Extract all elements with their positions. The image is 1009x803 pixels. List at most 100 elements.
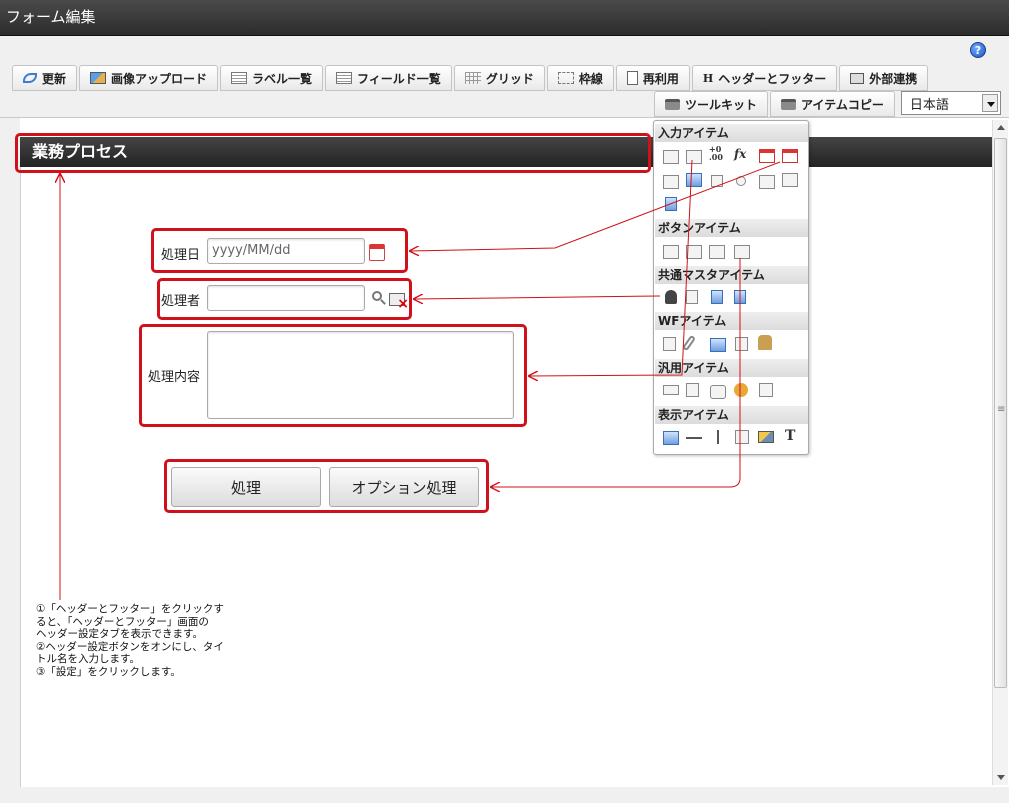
refresh-button[interactable]: 更新 [12, 65, 78, 91]
label-icon[interactable] [663, 385, 679, 395]
reuse-button[interactable]: 再利用 [615, 65, 690, 91]
annotation-box-header [15, 133, 651, 173]
note-line: トル名を入力します。 [36, 653, 140, 666]
field-list-button[interactable]: フィールド一覧 [325, 65, 452, 91]
back-button-icon[interactable] [686, 245, 702, 259]
stamp-icon[interactable] [758, 335, 772, 350]
note-line: ③「設定」をクリックします。 [36, 665, 181, 678]
field-list-label: フィールド一覧 [357, 71, 441, 86]
language-selected: 日本語 [909, 97, 949, 113]
history-icon[interactable] [735, 337, 748, 351]
note-line: ②ヘッダー設定ボタンをオンにし、タイ [36, 640, 224, 653]
rectangle-icon[interactable] [735, 430, 749, 444]
note-line: ヘッダー設定タブを表示できます。 [36, 628, 203, 641]
border-label: 枠線 [578, 71, 603, 86]
note-line: ①「ヘッダーとフッター」をクリックす [36, 603, 224, 615]
border-icon [557, 72, 574, 84]
label-list-button[interactable]: ラベル一覧 [220, 65, 324, 91]
pulldown-icon[interactable] [759, 175, 775, 189]
refresh-icon [23, 73, 37, 83]
document-icon[interactable] [686, 383, 699, 397]
listbox-icon[interactable] [782, 173, 798, 187]
share-icon [850, 72, 865, 84]
clipboard-icon[interactable] [663, 337, 676, 351]
document-icon [626, 71, 638, 85]
label-list-label: ラベル一覧 [252, 71, 313, 86]
palette-section-button: ボタンアイテム [655, 219, 808, 237]
grid-icon [464, 72, 481, 84]
header-footer-label: ヘッダーとフッター [718, 71, 827, 86]
text-icon[interactable]: T [785, 428, 801, 444]
toolbar-row-main: 更新 画像アップロード ラベル一覧 フィールド一覧 グリッド 枠線 再利用 H … [12, 65, 930, 91]
toolkit-label: ツールキット [685, 97, 758, 112]
text-field-icon[interactable] [663, 150, 679, 164]
toolkit-button[interactable]: ツールキット [654, 91, 769, 117]
camera-icon[interactable] [710, 385, 726, 399]
role-icon[interactable] [711, 290, 723, 304]
formula-icon[interactable]: fx [734, 147, 750, 161]
image-upload-icon [90, 72, 107, 84]
note-line: ると、「ヘッダーとフッター」画面の [36, 615, 209, 628]
toolbox-icon [665, 98, 680, 110]
palette-section-input: 入力アイテム [655, 124, 808, 142]
palette-section-wf: WFアイテム [655, 312, 808, 330]
number-icon[interactable]: +0 .00 [709, 145, 725, 161]
annotation-box-user [157, 278, 412, 320]
return-button-icon[interactable] [709, 245, 725, 259]
canvas-left-gutter [0, 118, 20, 803]
grid-label: グリッド [485, 71, 534, 86]
group-icon[interactable] [734, 290, 746, 304]
forward-button-icon[interactable] [663, 245, 679, 259]
scroll-up-icon[interactable] [997, 125, 1005, 130]
annotation-box-buttons [164, 459, 489, 513]
list-icon [336, 72, 353, 84]
chevron-down-icon[interactable] [981, 94, 998, 112]
header-footer-button[interactable]: H ヘッダーとフッター [691, 65, 838, 91]
checkbox-icon[interactable] [711, 175, 723, 187]
vertical-line-icon[interactable] [717, 430, 719, 444]
border-button[interactable]: 枠線 [546, 65, 614, 91]
picture-icon[interactable] [758, 431, 774, 443]
image-upload-button[interactable]: 画像アップロード [79, 65, 219, 91]
select-item-icon[interactable] [663, 175, 679, 189]
toolkit-palette: 入力アイテム +0 .00 fx ボタンアイテム 共通マスタアイテム WFアイテ… [653, 120, 809, 455]
grid-button[interactable]: グリッド [453, 65, 545, 91]
list-item-icon[interactable] [686, 173, 702, 187]
external-link-button[interactable]: 外部連携 [839, 65, 929, 91]
window-title: フォーム編集 [0, 0, 1009, 36]
h-icon: H [702, 71, 714, 85]
radio-icon[interactable] [736, 176, 746, 186]
toolbar-row-secondary: ツールキット アイテムコピー 日本語 [654, 91, 1001, 117]
datetime-item-icon[interactable] [782, 149, 798, 163]
item-copy-button[interactable]: アイテムコピー [770, 91, 895, 117]
language-select[interactable]: 日本語 [900, 91, 1001, 115]
scroll-thumb[interactable] [994, 138, 1007, 688]
header-item-icon[interactable] [663, 431, 679, 445]
image-icon[interactable] [710, 338, 726, 352]
vertical-scrollbar[interactable] [992, 120, 1008, 785]
scroll-down-icon[interactable] [997, 775, 1005, 780]
reuse-label: 再利用 [642, 71, 679, 86]
help-bar: ? [0, 36, 1009, 64]
date-item-icon[interactable] [759, 149, 775, 163]
upload-icon[interactable] [665, 197, 677, 211]
toolbox-icon [781, 98, 797, 110]
annotation-box-content [139, 324, 527, 427]
attachment-icon[interactable] [681, 334, 697, 352]
list-icon [231, 72, 248, 84]
confirm-button-icon[interactable] [734, 245, 750, 259]
user-icon[interactable] [665, 290, 677, 304]
external-link-label: 外部連携 [869, 71, 918, 86]
horizontal-line-icon[interactable] [686, 437, 702, 439]
item-copy-label: アイテムコピー [801, 97, 884, 112]
image-upload-label: 画像アップロード [111, 71, 208, 86]
palette-section-display: 表示アイテム [655, 406, 808, 424]
textarea-icon[interactable] [686, 150, 702, 164]
organization-icon[interactable] [686, 290, 698, 304]
palette-section-master: 共通マスタアイテム [655, 266, 808, 284]
help-icon[interactable]: ? [970, 42, 986, 58]
search-item-icon[interactable] [734, 383, 748, 397]
palette-section-general: 汎用アイテム [655, 359, 808, 377]
grid-table-icon[interactable] [759, 383, 773, 397]
refresh-label: 更新 [42, 71, 67, 86]
